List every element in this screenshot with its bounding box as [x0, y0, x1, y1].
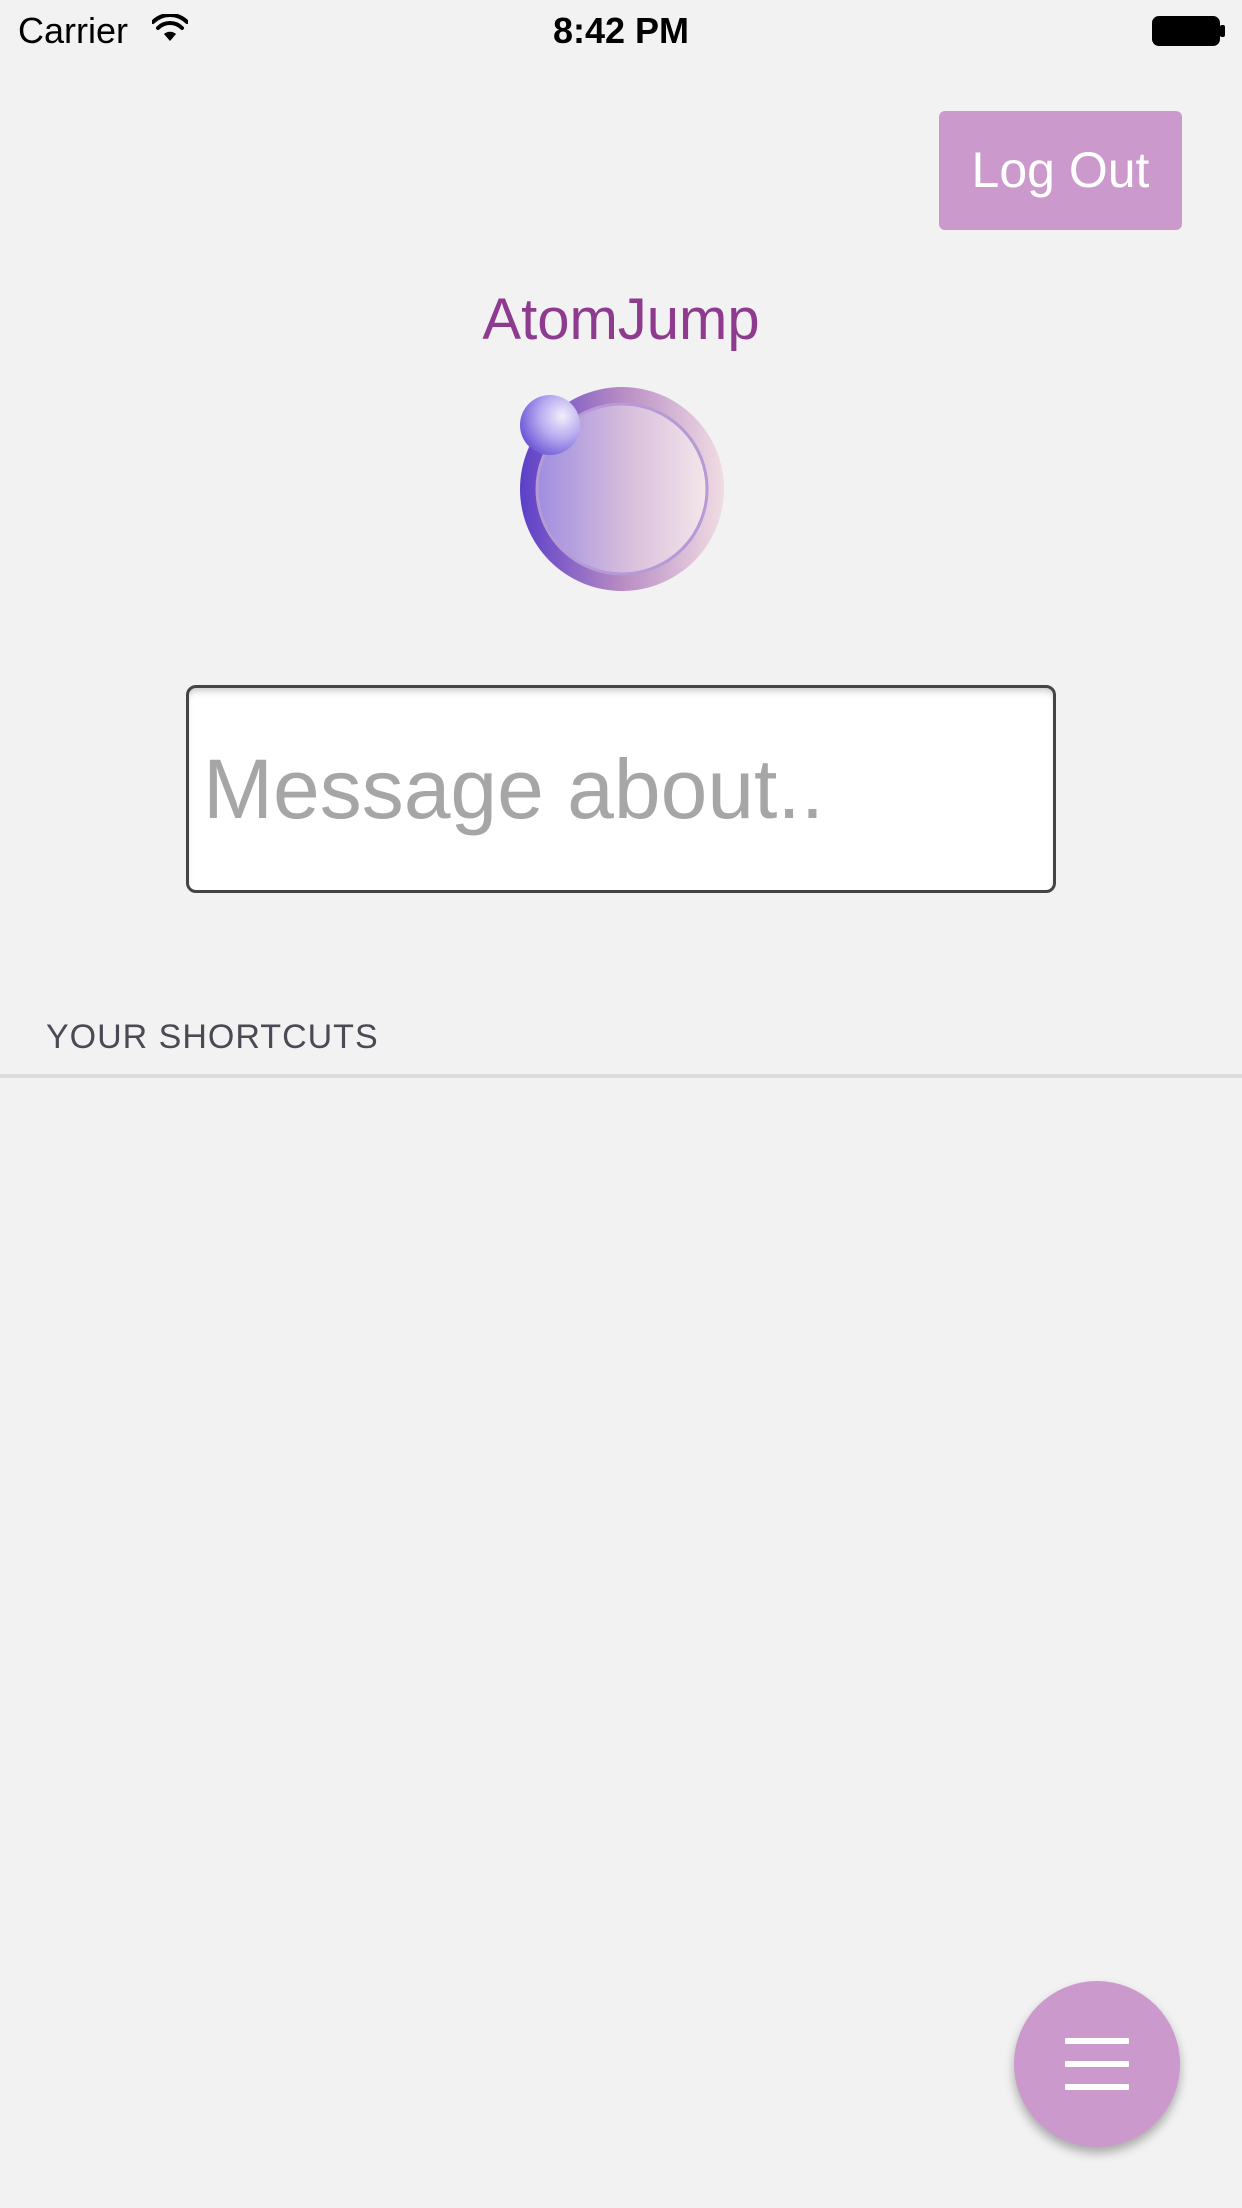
- hamburger-menu-icon: [1065, 2038, 1129, 2090]
- shortcuts-divider: [0, 1074, 1242, 1078]
- message-about-input[interactable]: [186, 685, 1056, 893]
- menu-button[interactable]: [1014, 1981, 1180, 2147]
- log-out-button[interactable]: Log Out: [939, 111, 1182, 230]
- battery-icon: [1152, 16, 1225, 46]
- atomjump-logo-icon: [520, 387, 724, 591]
- shortcuts-heading: YOUR SHORTCUTS: [46, 1018, 379, 1056]
- status-time: 8:42 PM: [552, 10, 690, 51]
- status-bar: Carrier 8:42 PM: [0, 0, 1242, 62]
- app-title: AtomJump: [482, 287, 760, 352]
